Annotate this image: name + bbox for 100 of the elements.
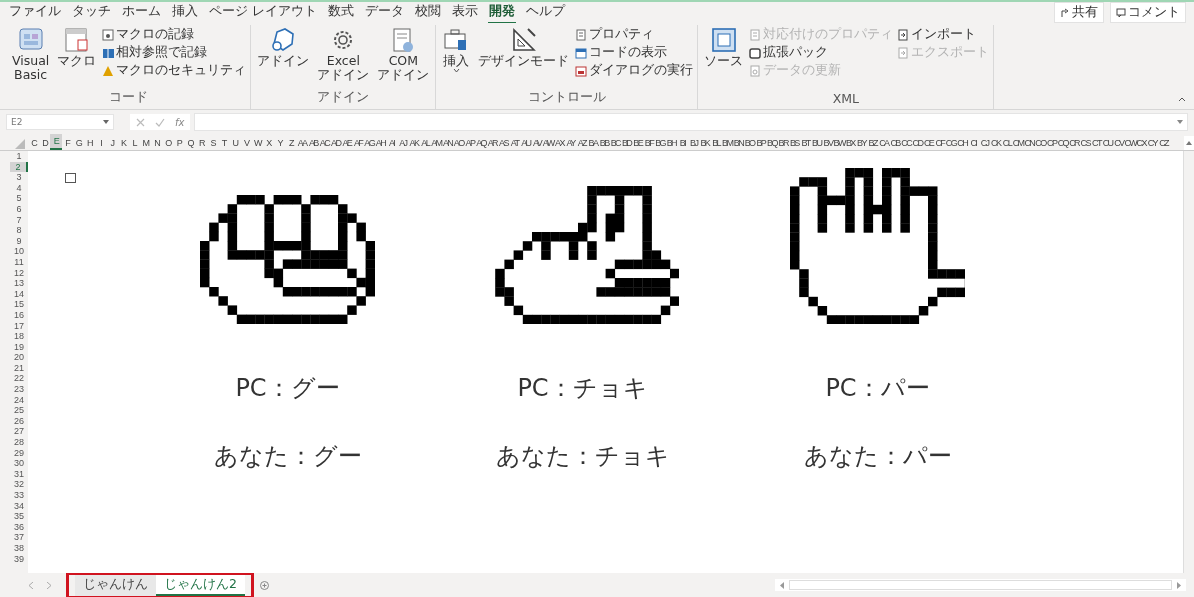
column-header[interactable]: CG xyxy=(945,136,957,150)
ribbon-button[interactable]: アドイン xyxy=(255,25,312,89)
ribbon-tab[interactable]: 表示 xyxy=(451,1,479,24)
column-header[interactable]: CD xyxy=(911,136,923,150)
column-header[interactable]: BB xyxy=(598,136,610,150)
row-header[interactable]: 12 xyxy=(10,267,28,279)
column-header[interactable]: AN xyxy=(441,136,454,150)
column-header[interactable]: CU xyxy=(1102,136,1114,150)
column-header[interactable]: K xyxy=(117,136,129,150)
row-header[interactable]: 17 xyxy=(10,320,28,332)
ribbon-button[interactable]: プロパティ xyxy=(575,26,694,43)
column-header[interactable]: AF xyxy=(352,136,364,150)
column-header[interactable]: M xyxy=(139,136,152,150)
share-button[interactable]: 共有 xyxy=(1054,2,1104,23)
column-header[interactable]: AR xyxy=(486,136,498,150)
column-header[interactable]: AY xyxy=(565,136,577,150)
column-header[interactable]: F xyxy=(61,136,73,150)
ribbon-tab[interactable]: 校閲 xyxy=(414,1,442,24)
column-header[interactable]: CE xyxy=(923,136,935,150)
column-header[interactable]: R xyxy=(195,136,207,150)
row-header[interactable]: 10 xyxy=(10,246,28,257)
ribbon-button[interactable]: 拡張パック xyxy=(749,44,894,61)
column-header[interactable]: AK xyxy=(408,136,420,150)
column-header[interactable]: E xyxy=(50,134,62,150)
row-header[interactable]: 27 xyxy=(10,426,28,438)
column-header[interactable]: U xyxy=(229,136,241,150)
column-header[interactable]: CZ xyxy=(1157,136,1170,150)
ribbon-button[interactable]: コードの表示 xyxy=(575,44,694,61)
ribbon-button[interactable]: 相対参照で記録 xyxy=(102,44,247,61)
column-header[interactable]: AX xyxy=(553,136,565,150)
row-header[interactable]: 29 xyxy=(10,447,28,459)
column-header[interactable]: AQ xyxy=(475,136,487,150)
ribbon-button[interactable]: デザインモード xyxy=(476,25,572,89)
column-header[interactable]: BL xyxy=(710,136,722,150)
column-header[interactable]: V xyxy=(240,136,252,150)
column-header[interactable]: AI xyxy=(386,136,398,150)
row-header[interactable]: 33 xyxy=(10,490,28,501)
column-header[interactable]: BS xyxy=(788,136,800,150)
column-header[interactable]: CN xyxy=(1023,136,1035,150)
ribbon-button[interactable]: ソース xyxy=(702,25,746,91)
column-header[interactable]: AB xyxy=(307,136,319,150)
column-header[interactable]: AW xyxy=(542,136,554,150)
column-header[interactable]: N xyxy=(151,136,163,150)
column-header[interactable]: AS xyxy=(497,136,510,150)
column-header[interactable]: Z xyxy=(285,136,297,150)
row-header[interactable]: 37 xyxy=(10,532,28,543)
column-header[interactable]: I xyxy=(95,136,107,150)
column-header[interactable]: AL xyxy=(419,136,431,150)
column-header[interactable]: AV xyxy=(531,136,543,150)
column-header[interactable]: Q xyxy=(184,136,196,150)
column-header[interactable]: BC xyxy=(609,136,621,150)
column-header[interactable]: AM xyxy=(430,136,442,150)
row-header[interactable]: 20 xyxy=(10,352,28,363)
row-header[interactable]: 3 xyxy=(10,172,28,183)
column-header[interactable]: BF xyxy=(643,136,655,150)
column-header[interactable]: BU xyxy=(811,136,823,150)
column-header[interactable]: BE xyxy=(632,136,644,150)
name-box[interactable]: E2 xyxy=(6,114,114,130)
column-header[interactable]: BK xyxy=(699,136,711,150)
column-header[interactable]: G xyxy=(72,136,84,150)
column-header[interactable]: CS xyxy=(1079,136,1091,150)
ribbon-tab[interactable]: データ xyxy=(364,1,405,24)
ribbon-button[interactable]: マクロ xyxy=(55,25,99,89)
column-header[interactable]: BZ xyxy=(867,136,879,150)
column-header[interactable]: BX xyxy=(844,136,856,150)
formula-input[interactable] xyxy=(194,113,1188,131)
ribbon-tab[interactable]: ファイル xyxy=(8,1,62,24)
row-header[interactable]: 16 xyxy=(10,309,28,321)
column-header[interactable]: P xyxy=(173,136,185,150)
column-header[interactable]: BD xyxy=(620,136,633,150)
sheet-tab[interactable]: じゃんけん2 xyxy=(156,574,245,596)
row-header[interactable]: 30 xyxy=(10,458,28,469)
column-header[interactable]: BO xyxy=(744,136,756,150)
column-header[interactable]: CQ xyxy=(1057,136,1069,150)
column-header[interactable]: C xyxy=(28,136,40,150)
column-header[interactable]: O xyxy=(162,136,174,150)
row-header[interactable]: 13 xyxy=(10,278,28,289)
column-header[interactable]: AD xyxy=(330,136,342,150)
ribbon-tab[interactable]: ページ レイアウト xyxy=(208,1,318,24)
ribbon-tab[interactable]: ヘルプ xyxy=(525,1,566,24)
comment-button[interactable]: コメント xyxy=(1110,2,1186,23)
column-header[interactable]: AE xyxy=(341,136,353,150)
column-header[interactable]: BV xyxy=(822,136,834,150)
ribbon-button[interactable]: マクロの記録 xyxy=(102,26,247,43)
sheet-tab[interactable]: じゃんけん xyxy=(75,574,156,596)
column-header[interactable]: CW xyxy=(1124,136,1136,150)
row-header[interactable]: 34 xyxy=(10,500,28,512)
column-header[interactable]: AG xyxy=(363,136,375,150)
function-button[interactable]: fx xyxy=(175,116,185,128)
row-header[interactable]: 35 xyxy=(10,511,28,522)
column-header[interactable]: BA xyxy=(587,136,599,150)
column-header[interactable]: J xyxy=(106,136,118,150)
column-header[interactable]: CP xyxy=(1046,136,1058,150)
column-header[interactable]: BG xyxy=(654,136,666,150)
column-header[interactable]: CR xyxy=(1068,136,1080,150)
column-header[interactable]: CX xyxy=(1135,136,1147,150)
horizontal-scrollbar[interactable] xyxy=(788,580,1172,590)
ribbon-button[interactable]: 挿入 xyxy=(440,25,473,89)
row-header[interactable]: 22 xyxy=(10,373,28,385)
column-header[interactable]: BJ xyxy=(688,136,700,150)
